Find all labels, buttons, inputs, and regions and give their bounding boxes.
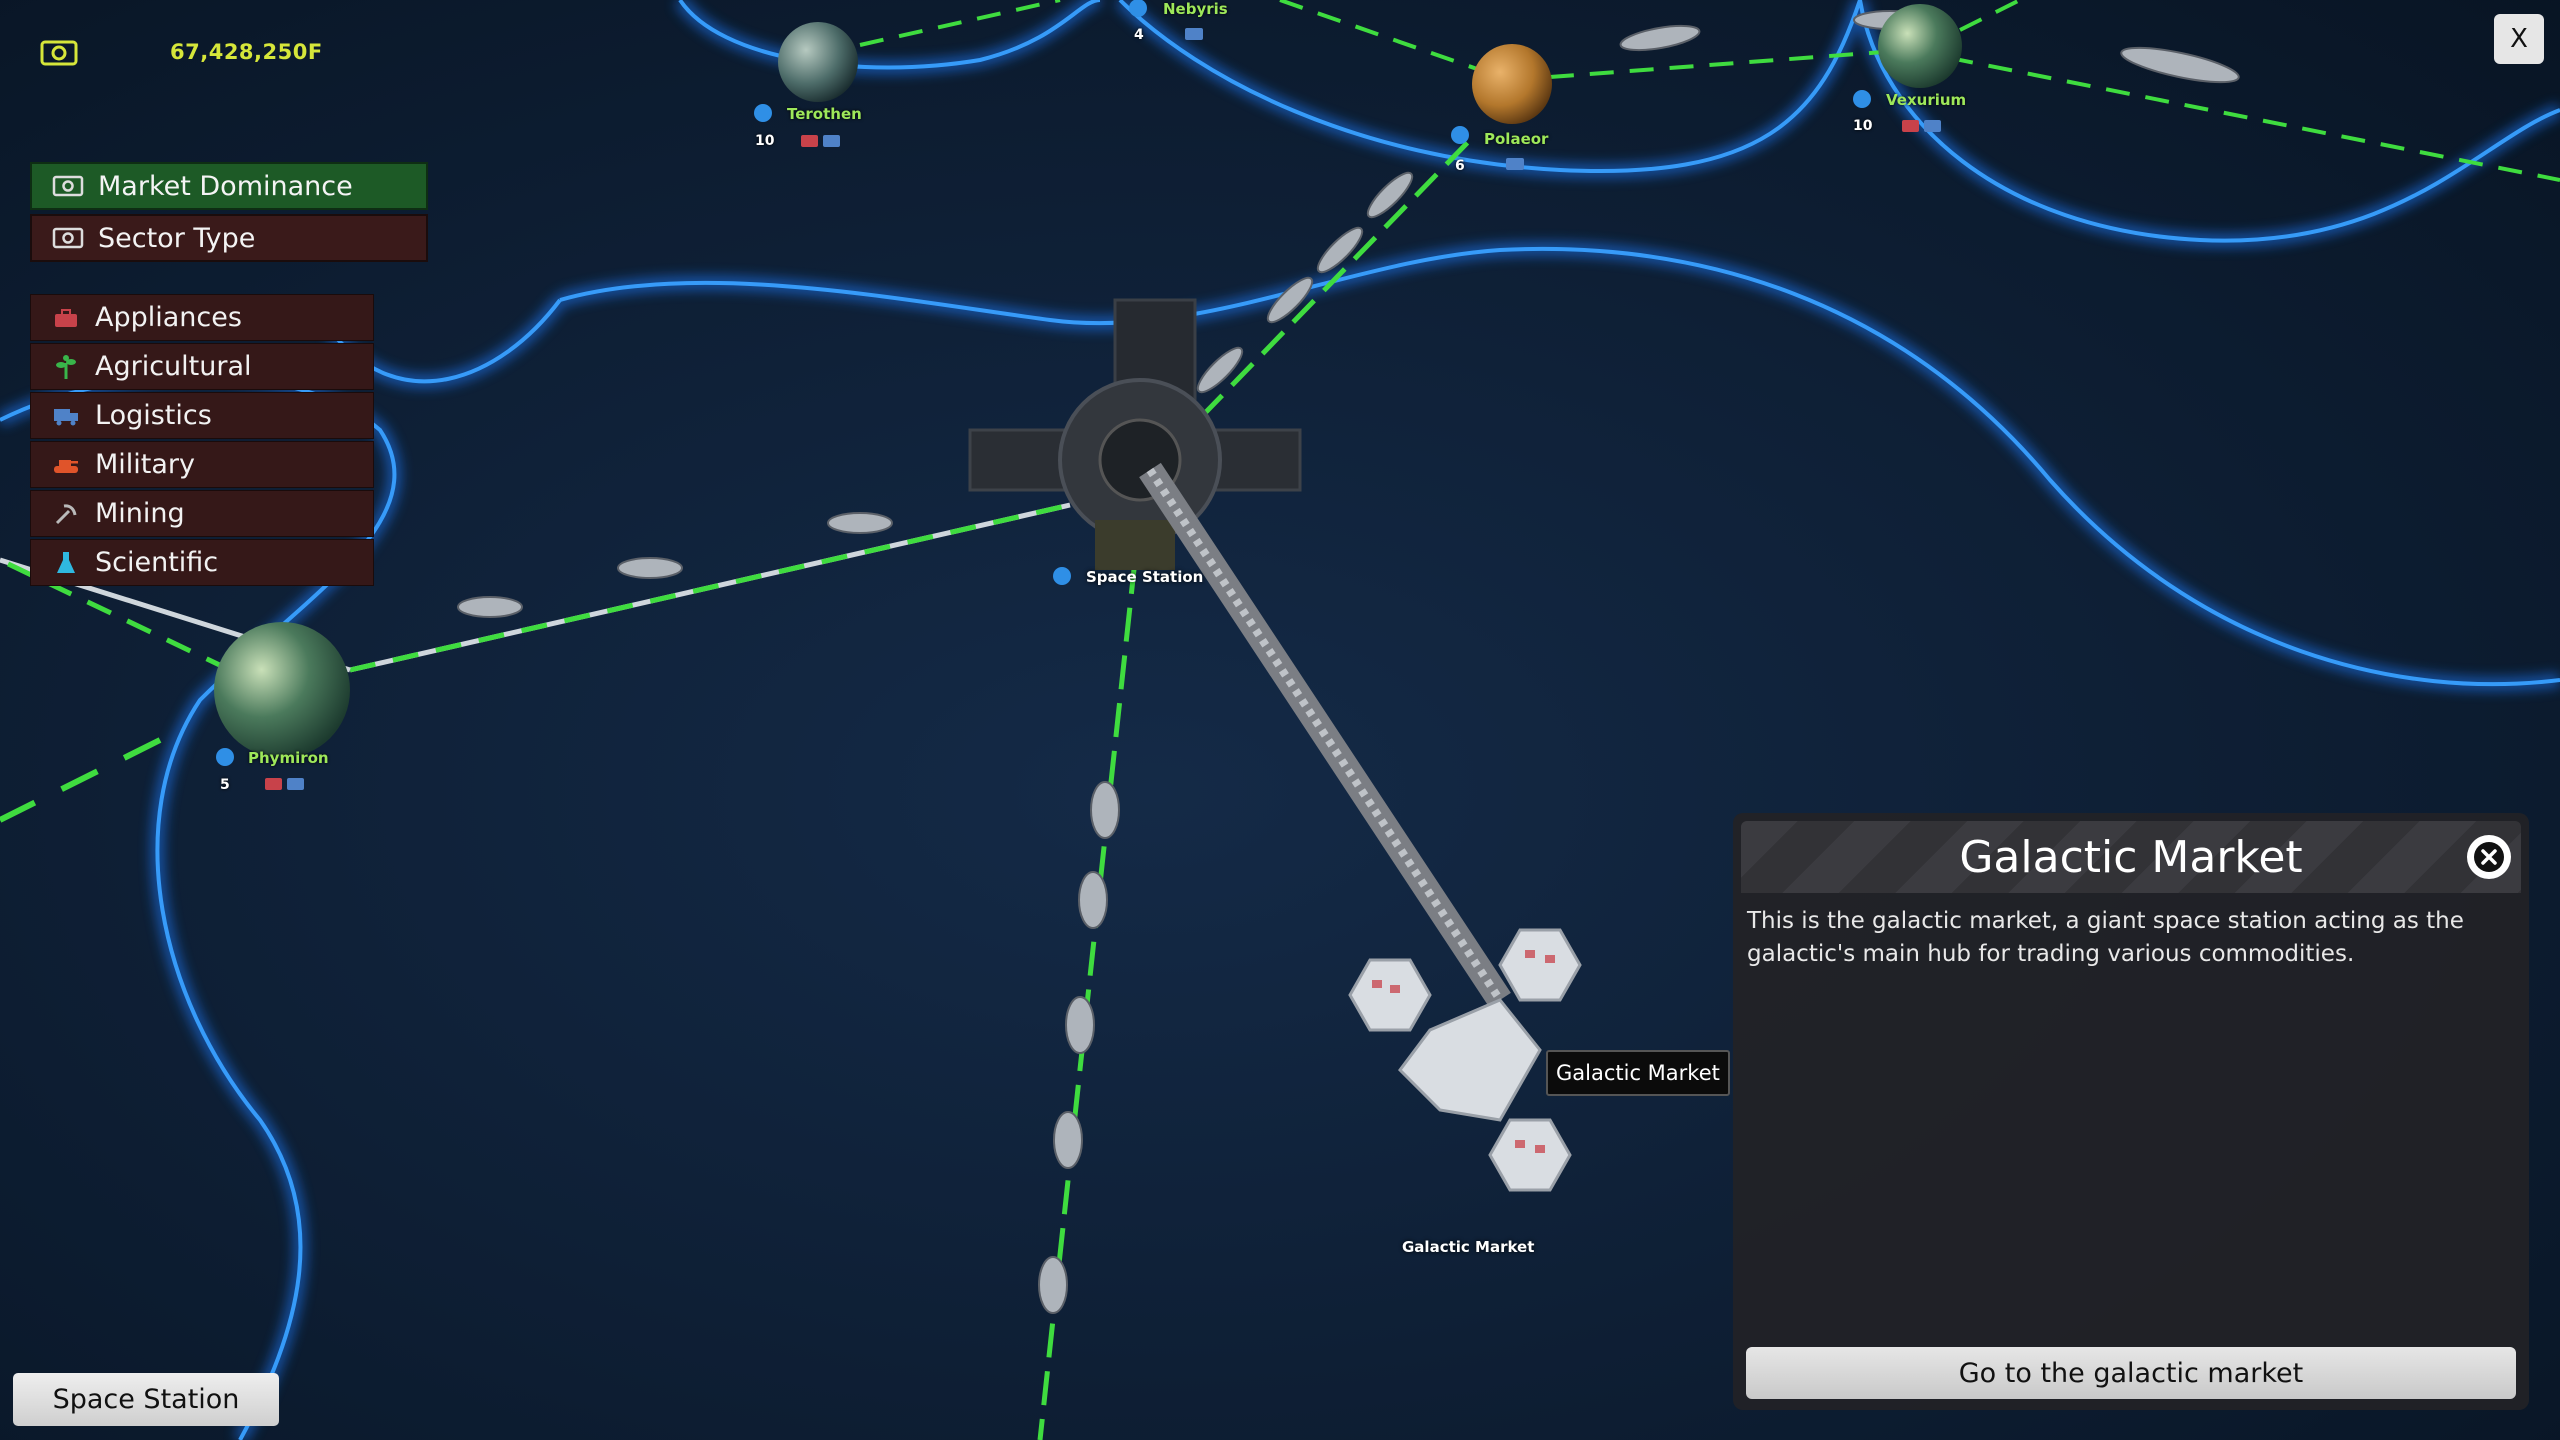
planet-name[interactable]: Polaeor [1484, 130, 1548, 148]
legend-item-agricultural[interactable]: Agricultural [30, 343, 374, 390]
panel-title: Galactic Market [1959, 831, 2303, 883]
planet-count: 4 [1134, 27, 1144, 43]
money-icon [40, 40, 78, 66]
money-icon [52, 227, 84, 249]
sector-legend: Appliances Agricultural Logistics Milita… [30, 294, 374, 588]
panel-close-button[interactable] [2467, 835, 2511, 879]
toolbox-icon [53, 305, 79, 331]
legend-item-military[interactable]: Military [30, 441, 374, 488]
legend-label: Agricultural [95, 351, 252, 382]
planet-count: 5 [220, 777, 230, 793]
panel-header: Galactic Market [1741, 821, 2521, 893]
legend-label: Scientific [95, 547, 219, 578]
planet-count: 6 [1455, 158, 1465, 174]
tank-icon [53, 452, 79, 478]
legend-label: Mining [95, 498, 185, 529]
galactic-market-map-label[interactable]: Galactic Market [1402, 1238, 1534, 1256]
map-mode-market-dominance[interactable]: Market Dominance [30, 162, 428, 210]
space-station-button[interactable]: Space Station [13, 1373, 279, 1426]
legend-item-scientific[interactable]: Scientific [30, 539, 374, 586]
legend-item-appliances[interactable]: Appliances [30, 294, 374, 341]
planet-name[interactable]: Vexurium [1886, 91, 1966, 109]
money-icon [52, 175, 84, 197]
truck-icon [53, 403, 79, 429]
planet-count: 10 [755, 133, 775, 149]
hover-tooltip: Galactic Market [1546, 1050, 1730, 1096]
legend-label: Military [95, 449, 196, 480]
legend-item-logistics[interactable]: Logistics [30, 392, 374, 439]
flask-icon [53, 550, 79, 576]
go-to-market-button[interactable]: Go to the galactic market [1746, 1347, 2516, 1399]
planet-name[interactable]: Phymiron [248, 749, 329, 767]
planet-name[interactable]: Nebyris [1163, 0, 1228, 18]
map-mode-label: Market Dominance [98, 170, 353, 202]
planet-count: 10 [1853, 118, 1873, 134]
map-mode-sector-type[interactable]: Sector Type [30, 214, 428, 262]
legend-label: Logistics [95, 400, 212, 431]
map-mode-label: Sector Type [98, 222, 256, 254]
pickaxe-icon [53, 501, 79, 527]
panel-description: This is the galactic market, a giant spa… [1747, 908, 2464, 967]
legend-item-mining[interactable]: Mining [30, 490, 374, 537]
space-station-map-label[interactable]: Space Station [1086, 568, 1203, 586]
close-icon [2474, 842, 2504, 872]
info-panel: Galactic Market This is the galactic mar… [1733, 813, 2529, 1410]
legend-label: Appliances [95, 302, 242, 333]
close-button[interactable]: X [2494, 14, 2544, 64]
money-amount: 67,428,250F [170, 40, 323, 64]
planet-name[interactable]: Terothen [787, 105, 862, 123]
plant-icon [53, 354, 79, 380]
